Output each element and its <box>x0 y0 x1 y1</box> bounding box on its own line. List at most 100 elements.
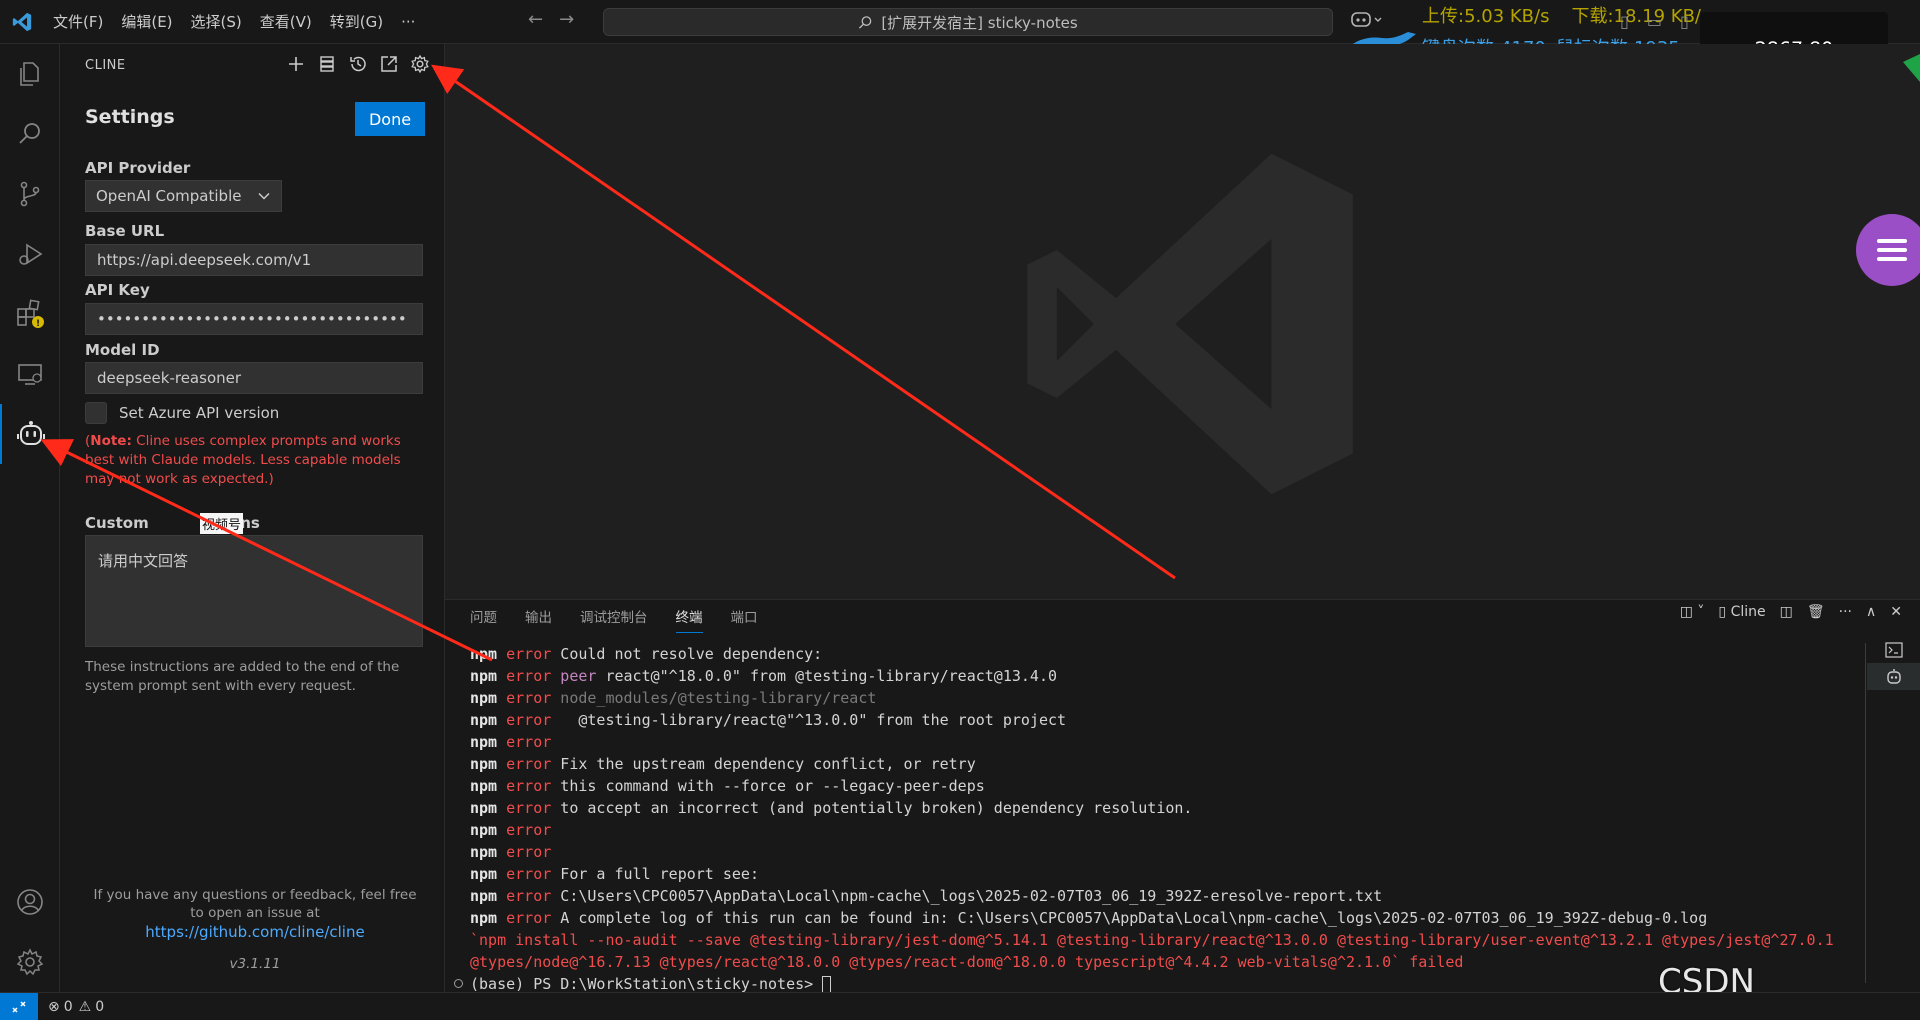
chevron-down-icon <box>258 192 270 200</box>
settings-title: Settings <box>85 106 175 128</box>
line-text: react@"^18.0.0" from @testing-library/re… <box>596 667 1058 685</box>
menu-go[interactable]: 转到(G) <box>321 0 392 44</box>
error-tag: error <box>497 821 552 839</box>
npm-prefix: npm <box>470 689 498 707</box>
extensions-icon[interactable]: ! <box>0 284 60 344</box>
npm-prefix: npm <box>470 755 498 773</box>
menu-selection[interactable]: 选择(S) <box>182 0 251 44</box>
settings-gear-icon[interactable] <box>410 54 430 74</box>
source-control-icon[interactable] <box>0 164 60 224</box>
tab-problems[interactable]: 问题 <box>470 606 497 633</box>
back-arrow-icon[interactable]: ← <box>528 9 543 30</box>
line-text: C:\Users\CPC0057\AppData\Local\npm-cache… <box>551 887 1383 905</box>
custom-instructions-textarea[interactable]: 请用中文回答 <box>85 535 423 647</box>
vscode-logo-icon <box>0 0 44 44</box>
layout-secondary-icon[interactable]: ▯ <box>1680 12 1689 31</box>
sidebar-title: CLINE <box>85 58 126 73</box>
custom-instructions-help: These instructions are added to the end … <box>85 659 400 694</box>
terminal-list <box>1867 636 1920 690</box>
sidebar-toolbar <box>286 54 430 74</box>
terminal-line: npm error Could not resolve dependency: <box>470 643 1834 665</box>
peer-keyword: peer <box>551 667 597 685</box>
explorer-icon[interactable] <box>0 44 60 104</box>
line-text: @testing-library/react@"^13.0.0" from th… <box>551 711 1067 729</box>
hamburger-menu-icon <box>1877 239 1907 261</box>
api-provider-select[interactable]: OpenAI Compatible <box>85 180 282 212</box>
menu-view[interactable]: 查看(V) <box>251 0 321 44</box>
model-id-input[interactable]: deepseek-reasoner <box>85 362 423 394</box>
github-link[interactable]: https://github.com/cline/cline <box>85 923 425 941</box>
run-debug-icon[interactable] <box>0 224 60 284</box>
mcp-servers-icon[interactable] <box>317 54 337 74</box>
azure-version-checkbox[interactable] <box>85 402 107 424</box>
npm-prefix: npm <box>470 887 498 905</box>
terminal-line: npm error For a full report see: <box>470 863 1834 885</box>
green-triangle-icon <box>1903 54 1920 82</box>
cline-icon[interactable] <box>0 404 60 464</box>
error-tag: error <box>497 777 552 795</box>
menu-more[interactable]: ··· <box>392 0 424 44</box>
manage-gear-icon[interactable] <box>0 932 60 992</box>
command-decoration-icon <box>454 979 463 988</box>
error-tag: error <box>497 689 552 707</box>
tab-ports[interactable]: 端口 <box>731 606 758 633</box>
terminal-line: npm error to accept an incorrect (and po… <box>470 797 1834 819</box>
terminal-list-item-powershell[interactable] <box>1867 636 1920 663</box>
terminal-instance[interactable]: ▯ Cline <box>1718 604 1765 620</box>
account-icon[interactable] <box>0 872 60 932</box>
vscode-window: 文件(F) 编辑(E) 选择(S) 查看(V) 转到(G) ··· ← → [扩… <box>0 0 1920 1020</box>
error-tag: error <box>497 733 552 751</box>
maximize-panel-icon[interactable]: ∧ <box>1866 604 1876 620</box>
api-key-label: API Key <box>85 281 150 299</box>
error-tag: error <box>497 799 552 817</box>
menu-bar: 文件(F) 编辑(E) 选择(S) 查看(V) 转到(G) ··· <box>44 0 424 44</box>
tab-output[interactable]: 输出 <box>525 606 552 633</box>
terminal-line: npm error <box>470 731 1834 753</box>
new-task-plus-icon[interactable] <box>286 54 306 74</box>
remote-explorer-icon[interactable] <box>0 344 60 404</box>
split-terminal-icon[interactable]: ◫ <box>1780 604 1793 620</box>
line-text: node_modules/@testing-library/react <box>551 689 877 707</box>
history-icon[interactable] <box>348 54 368 74</box>
terminal-line: npm error this command with --force or -… <box>470 775 1834 797</box>
search-icon[interactable] <box>0 104 60 164</box>
terminal-line: npm error node_modules/@testing-library/… <box>470 687 1834 709</box>
terminal-list-item-cline[interactable] <box>1867 663 1920 690</box>
npm-prefix: npm <box>470 667 498 685</box>
layout-sidebar-icon[interactable]: ▯ <box>1620 12 1629 31</box>
more-actions-icon[interactable]: ··· <box>1839 604 1852 620</box>
remote-indicator-icon[interactable] <box>0 992 38 1020</box>
tab-debug-console[interactable]: 调试控制台 <box>580 606 648 633</box>
layout-panel-icon[interactable]: ▭ <box>1647 12 1662 31</box>
open-in-editor-icon[interactable] <box>379 54 399 74</box>
trash-icon[interactable]: 🗑 <box>1807 604 1825 620</box>
cline-robot-icon <box>1886 668 1901 684</box>
api-key-input[interactable]: ••••••••••••••••••••••••••••••••••• <box>85 303 423 335</box>
editor-area <box>445 44 1920 599</box>
npm-prefix: npm <box>470 733 498 751</box>
error-tag: error <box>497 865 552 883</box>
upload-speed: 上传:5.03 KB/s <box>1422 6 1550 27</box>
error-count: 0 <box>63 998 73 1015</box>
tab-terminal[interactable]: 终端 <box>675 606 703 633</box>
menu-edit[interactable]: 编辑(E) <box>112 0 181 44</box>
terminal-line: npm error <box>470 841 1834 863</box>
bottom-panel: 问题 输出 调试控制台 终端 端口 ◫ ˅ ▯ Cline ◫ 🗑 ··· ∧ … <box>445 599 1920 995</box>
close-panel-icon[interactable]: ✕ <box>1890 604 1902 620</box>
split-dropdown-icon[interactable]: ◫ ˅ <box>1680 604 1705 620</box>
base-url-input[interactable]: https://api.deepseek.com/v1 <box>85 244 423 276</box>
warning-icon[interactable]: ⚠ <box>79 999 92 1015</box>
done-button[interactable]: Done <box>355 102 425 136</box>
error-tag: error <box>497 667 552 685</box>
api-provider-value: OpenAI Compatible <box>96 187 242 205</box>
menu-file[interactable]: 文件(F) <box>44 0 112 44</box>
panel-tabs: 问题 输出 调试控制台 终端 端口 <box>470 606 758 633</box>
error-tag: error <box>497 755 552 773</box>
floating-menu-button[interactable] <box>1856 214 1920 286</box>
command-center[interactable]: [扩展开发宿主] sticky-notes <box>603 8 1333 36</box>
error-icon[interactable]: ⊗ <box>48 999 60 1015</box>
terminal-output[interactable]: npm error Could not resolve dependency: n… <box>470 643 1834 995</box>
base-url-label: Base URL <box>85 222 165 240</box>
feedback-text: If you have any questions or feedback, f… <box>93 887 417 921</box>
forward-arrow-icon[interactable]: → <box>559 9 574 30</box>
